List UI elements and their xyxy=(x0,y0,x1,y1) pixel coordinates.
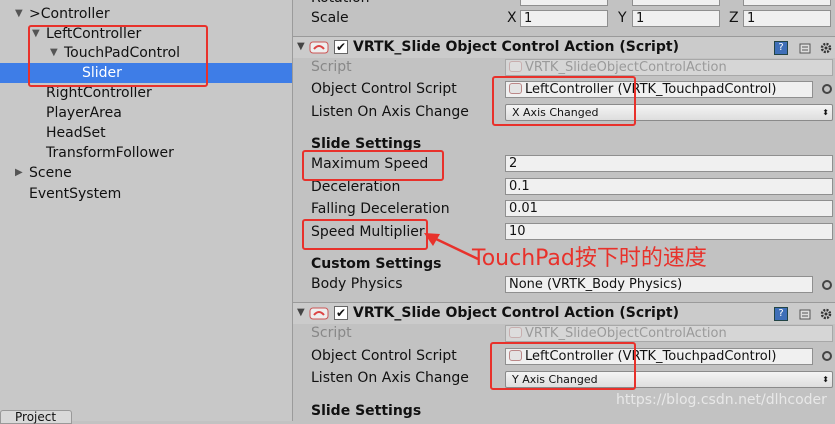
object-picker-icon[interactable] xyxy=(822,280,832,290)
dropdown-arrow-icon: ⬍ xyxy=(822,108,829,117)
scale-y-label[interactable]: Y xyxy=(618,8,627,28)
scale-x-label[interactable]: X xyxy=(507,8,517,28)
highlight-box xyxy=(492,76,636,126)
component-title: VRTK_Slide Object Control Action (Script… xyxy=(353,39,679,55)
scale-label: Scale xyxy=(311,10,349,26)
rotation-label: Rotation xyxy=(311,0,370,8)
highlight-box xyxy=(490,342,636,390)
hierarchy-panel: ▼ >Controller ▼ LeftController ▼ TouchPa… xyxy=(0,0,292,421)
fold-arrow-icon[interactable]: ▼ xyxy=(297,307,305,318)
watermark: https://blog.csdn.net/dlhcoder xyxy=(616,392,827,408)
script-icon xyxy=(309,40,329,54)
rotation-z-field[interactable] xyxy=(743,0,831,6)
script-icon xyxy=(509,327,522,338)
scale-z-field[interactable]: 1 xyxy=(743,10,831,27)
object-control-script-label: Object Control Script xyxy=(311,81,457,97)
hierarchy-item-headset[interactable]: HeadSet xyxy=(0,123,292,143)
script-field-value: VRTK_SlideObjectControlAction xyxy=(525,326,727,341)
deceleration-field[interactable]: 0.1 xyxy=(505,178,833,195)
object-control-script-label: Object Control Script xyxy=(311,348,457,364)
component-header[interactable]: ▼ ✔ VRTK_Slide Object Control Action (Sc… xyxy=(293,302,835,324)
rotation-y-field[interactable] xyxy=(632,0,720,6)
object-picker-icon[interactable] xyxy=(822,351,832,361)
script-label: Script xyxy=(311,59,352,75)
inspector-panel: Rotation Scale X 1 Y 1 Z 1 ▼ ✔ VRTK_Slid… xyxy=(293,0,835,421)
hierarchy-item-label: TransformFollower xyxy=(46,145,174,161)
highlight-box xyxy=(302,150,444,181)
gear-icon[interactable] xyxy=(819,307,833,321)
script-field-value: VRTK_SlideObjectControlAction xyxy=(525,60,727,75)
script-label: Script xyxy=(311,325,352,341)
highlight-box xyxy=(28,25,208,87)
annotation-text: TouchPad按下时的速度 xyxy=(472,246,707,271)
scale-x-field[interactable]: 1 xyxy=(520,10,608,27)
dropdown-arrow-icon: ⬍ xyxy=(822,375,829,384)
hierarchy-item-label: HeadSet xyxy=(46,125,106,141)
gear-icon[interactable] xyxy=(819,41,833,55)
script-field[interactable]: VRTK_SlideObjectControlAction xyxy=(505,325,833,342)
body-physics-field[interactable]: None (VRTK_Body Physics) xyxy=(505,276,813,293)
hierarchy-item-playerarea[interactable]: PlayerArea xyxy=(0,103,292,123)
collapse-arrow-icon[interactable]: ▶ xyxy=(15,163,23,183)
object-picker-icon[interactable] xyxy=(822,84,832,94)
rotation-x-field[interactable] xyxy=(520,0,608,6)
hierarchy-item-eventsystem[interactable]: EventSystem xyxy=(0,184,292,204)
preset-icon[interactable] xyxy=(798,307,812,321)
component-enabled-checkbox[interactable]: ✔ xyxy=(334,306,348,320)
maximum-speed-field[interactable]: 2 xyxy=(505,155,833,172)
project-tab[interactable]: Project xyxy=(0,410,72,424)
slide-settings-heading: Slide Settings xyxy=(311,403,422,419)
body-physics-label: Body Physics xyxy=(311,276,403,292)
scale-z-label[interactable]: Z xyxy=(729,8,739,28)
component-header[interactable]: ▼ ✔ VRTK_Slide Object Control Action (Sc… xyxy=(293,36,835,58)
component-enabled-checkbox[interactable]: ✔ xyxy=(334,40,348,54)
hierarchy-item-transformfollower[interactable]: TransformFollower xyxy=(0,143,292,163)
script-icon xyxy=(309,306,329,320)
falling-deceleration-label: Falling Deceleration xyxy=(311,201,450,217)
listen-axis-label: Listen On Axis Change xyxy=(311,104,469,120)
highlight-box xyxy=(302,219,428,250)
falling-deceleration-field[interactable]: 0.01 xyxy=(505,200,833,217)
hierarchy-item-label: EventSystem xyxy=(29,186,122,202)
hierarchy-item-scene[interactable]: ▶ Scene xyxy=(0,163,292,183)
fold-arrow-icon[interactable]: ▼ xyxy=(297,41,305,52)
script-icon xyxy=(509,61,522,72)
preset-icon[interactable] xyxy=(798,41,812,55)
expand-arrow-icon[interactable]: ▼ xyxy=(15,4,23,24)
hierarchy-item-label: PlayerArea xyxy=(46,105,122,121)
component-title: VRTK_Slide Object Control Action (Script… xyxy=(353,305,679,321)
script-field[interactable]: VRTK_SlideObjectControlAction xyxy=(505,59,833,76)
hierarchy-item-label: Scene xyxy=(29,165,72,181)
listen-axis-label: Listen On Axis Change xyxy=(311,370,469,386)
help-icon[interactable]: ? xyxy=(774,307,788,321)
annotation-arrow-icon xyxy=(424,233,479,261)
hierarchy-item-controller[interactable]: ▼ >Controller xyxy=(0,4,292,24)
hierarchy-item-label: >Controller xyxy=(29,6,110,22)
speed-multiplier-field[interactable]: 10 xyxy=(505,223,833,240)
help-icon[interactable]: ? xyxy=(774,41,788,55)
scale-y-field[interactable]: 1 xyxy=(632,10,720,27)
